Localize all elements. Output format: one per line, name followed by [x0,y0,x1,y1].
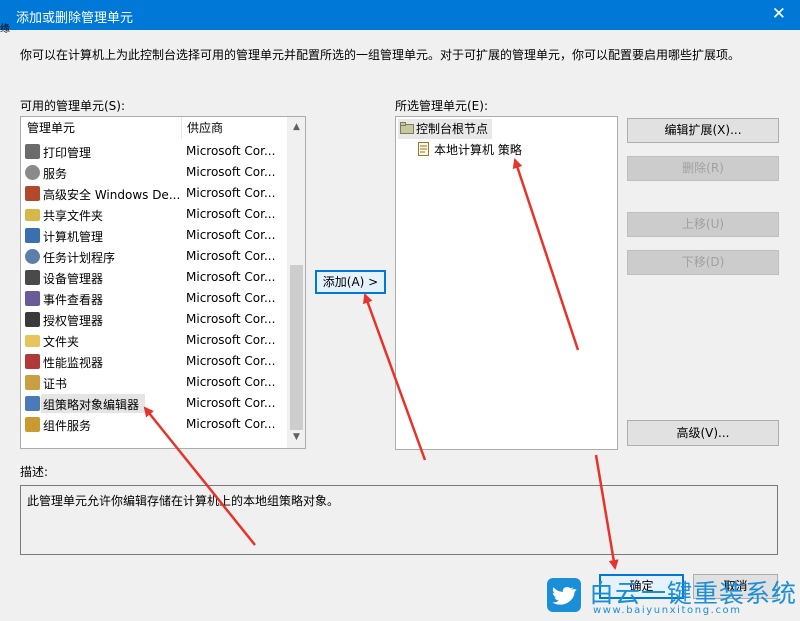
tree-root-node[interactable]: 控制台根节点 [398,119,493,139]
list-item[interactable]: 性能监视器 Microsoft Cor... [21,351,285,372]
policy-document-icon [418,142,429,156]
description-label: 描述: [20,465,49,479]
list-item[interactable]: 组策略对象编辑器 Microsoft Cor... [21,393,285,414]
list-item[interactable]: 高级安全 Windows De... Microsoft Cor... [21,183,285,204]
snapin-vendor: Microsoft Cor... [186,396,276,410]
event-viewer-icon [25,291,40,306]
scroll-thumb[interactable] [290,265,303,430]
list-item[interactable]: 共享文件夹 Microsoft Cor... [21,204,285,225]
background-window-fragment: 缘 [0,24,10,35]
snapin-name: 授权管理器 [43,314,104,328]
console-root-folder-icon [400,122,414,134]
title-bar: 添加或删除管理单元 ✕ [0,0,800,30]
twitter-bird-logo-icon [547,578,581,612]
available-snapins-list[interactable]: 管理单元 供应商 打印管理 Microsoft Cor... 服务 Microsoft… [20,116,306,449]
watermark: 白云一键重装系统 www.baiyunxitong.com [543,572,800,621]
snapin-name: 共享文件夹 [43,209,104,223]
advanced-button[interactable]: 高级(V)... [627,420,779,446]
clock-icon [25,249,40,264]
list-item[interactable]: 证书 Microsoft Cor... [21,372,285,393]
selected-label: 所选管理单元(E): [395,99,488,113]
shared-folder-icon [25,209,40,221]
list-item[interactable]: 打印管理 Microsoft Cor... [21,141,285,162]
snapin-name: 打印管理 [43,146,92,160]
snapin-name: 任务计划程序 [43,251,116,265]
intro-text: 你可以在计算机上为此控制台选择可用的管理单元并配置所选的一组管理单元。对于可扩展… [20,48,741,62]
column-header-name[interactable]: 管理单元 [27,117,75,139]
snapin-vendor: Microsoft Cor... [186,270,276,284]
snapin-vendor: Microsoft Cor... [186,291,276,305]
snapin-vendor: Microsoft Cor... [186,354,276,368]
remove-button[interactable]: 删除(R) [627,156,779,181]
snapin-name: 服务 [43,167,68,181]
computer-management-icon [25,228,40,243]
services-gear-icon [25,165,40,180]
list-item[interactable]: 文件夹 Microsoft Cor... [21,330,285,351]
snapin-vendor: Microsoft Cor... [186,186,276,200]
scroll-down-icon[interactable]: ▼ [288,429,305,446]
watermark-url: www.baiyunxitong.com [593,605,742,616]
list-item[interactable]: 计算机管理 Microsoft Cor... [21,225,285,246]
edit-extensions-button[interactable]: 编辑扩展(X)... [627,118,779,143]
snapin-name: 组策略对象编辑器 [43,398,140,412]
list-item[interactable]: 任务计划程序 Microsoft Cor... [21,246,285,267]
description-box: 此管理单元允许你编辑存储在计算机上的本地组策略对象。 [20,485,778,555]
certificate-icon [25,375,40,390]
list-item[interactable]: 授权管理器 Microsoft Cor... [21,309,285,330]
move-down-button[interactable]: 下移(D) [627,250,779,275]
snapin-vendor: Microsoft Cor... [186,333,276,347]
list-item[interactable]: 组件服务 Microsoft Cor... [21,414,285,435]
snapin-vendor: Microsoft Cor... [186,165,276,179]
snapin-name: 计算机管理 [43,230,104,244]
authorization-icon [25,312,40,327]
snapin-vendor: Microsoft Cor... [186,249,276,263]
available-label: 可用的管理单元(S): [20,99,126,113]
column-header-vendor[interactable]: 供应商 [181,117,223,139]
snapin-name: 组件服务 [43,419,92,433]
snapin-name: 文件夹 [43,335,80,349]
group-policy-icon [25,396,40,411]
snapin-vendor: Microsoft Cor... [186,375,276,389]
list-item[interactable]: 事件查看器 Microsoft Cor... [21,288,285,309]
snapin-name: 性能监视器 [43,356,104,370]
tree-root-label: 控制台根节点 [416,122,489,136]
tree-child-node[interactable]: 本地计算机 策略 [416,140,522,160]
selected-snapins-tree[interactable]: 控制台根节点 本地计算机 策略 [395,116,618,450]
tree-child-label: 本地计算机 策略 [434,143,522,157]
close-icon[interactable]: ✕ [772,4,786,24]
performance-monitor-icon [25,354,40,369]
move-up-button[interactable]: 上移(U) [627,212,779,237]
vertical-scrollbar[interactable]: ▲ ▼ [287,117,305,448]
snapin-name: 事件查看器 [43,293,104,307]
snapin-vendor: Microsoft Cor... [186,312,276,326]
firewall-icon [25,186,40,201]
add-button[interactable]: 添加(A) > [315,270,386,294]
component-services-icon [25,417,40,432]
window-title: 添加或删除管理单元 [16,11,134,26]
snapin-name: 设备管理器 [43,272,104,286]
list-item[interactable]: 服务 Microsoft Cor... [21,162,285,183]
snapin-vendor: Microsoft Cor... [186,417,276,431]
description-text: 此管理单元允许你编辑存储在计算机上的本地组策略对象。 [27,494,340,508]
printer-icon [25,144,40,159]
device-manager-icon [25,270,40,285]
list-item[interactable]: 设备管理器 Microsoft Cor... [21,267,285,288]
snapin-name: 证书 [43,377,68,391]
scroll-up-icon[interactable]: ▲ [288,119,305,136]
snapin-vendor: Microsoft Cor... [186,228,276,242]
snapin-vendor: Microsoft Cor... [186,144,276,158]
snapin-name: 高级安全 Windows De... [43,188,181,202]
snapin-vendor: Microsoft Cor... [186,207,276,221]
folder-icon [25,335,40,347]
